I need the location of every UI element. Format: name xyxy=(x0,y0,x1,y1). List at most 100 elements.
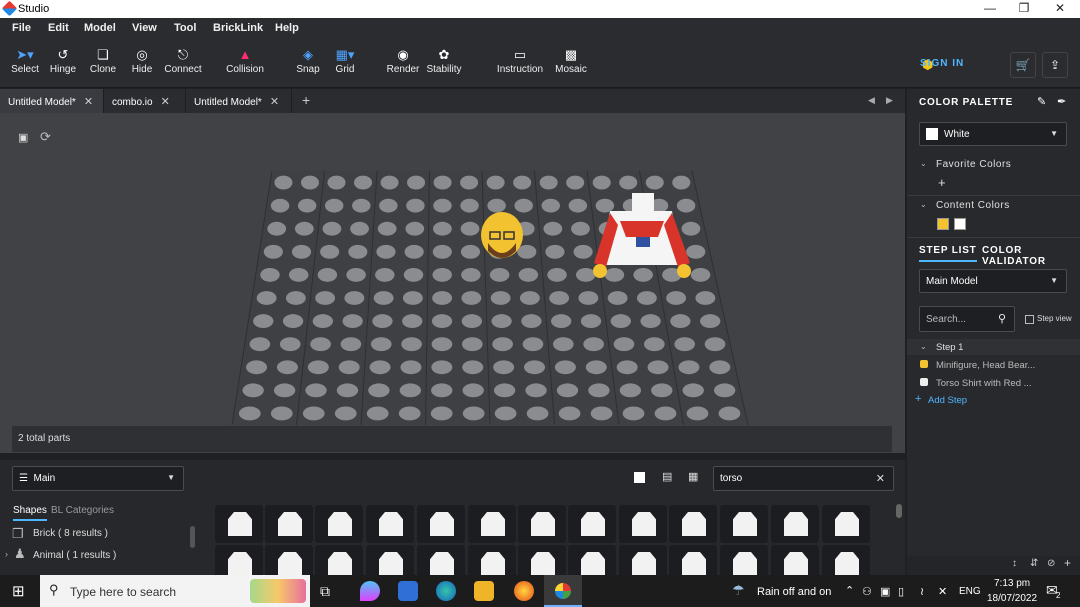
part-thumbnail[interactable] xyxy=(720,545,768,575)
minifig-head-part[interactable] xyxy=(481,212,523,258)
part-thumbnail[interactable] xyxy=(468,545,516,575)
restore-icon[interactable]: ❐ xyxy=(1009,1,1039,17)
cart-icon[interactable]: 🛒 xyxy=(1010,52,1036,78)
minimize-icon[interactable]: — xyxy=(975,1,1005,17)
volume-muted-icon[interactable]: ✕ xyxy=(938,585,947,598)
parts-scrollbar[interactable] xyxy=(896,504,902,518)
select-tool-button[interactable]: ➤▾ Select xyxy=(10,46,40,75)
stability-tool-button[interactable]: ✿ Stability xyxy=(424,46,464,75)
tab-untitled-model-2[interactable]: Untitled Model* ✕ xyxy=(186,89,292,113)
favorite-colors-header[interactable]: Favorite Colors xyxy=(936,159,1011,170)
part-thumbnail[interactable] xyxy=(215,545,263,575)
add-favorite-color-icon[interactable]: + xyxy=(938,175,946,190)
add-icon[interactable]: + xyxy=(1064,556,1071,570)
paint-app-icon[interactable] xyxy=(360,581,380,601)
render-tool-button[interactable]: ◉ Render xyxy=(385,46,421,75)
tab-color-validator[interactable]: COLOR VALIDATOR xyxy=(982,245,1080,267)
menu-help[interactable]: Help xyxy=(275,22,299,34)
grid-tool-button[interactable]: ▦▾ Grid xyxy=(331,46,359,75)
part-thumbnail[interactable] xyxy=(417,505,465,543)
hide-step-icon[interactable]: ⊘ xyxy=(1047,558,1055,569)
menu-view[interactable]: View xyxy=(132,22,157,34)
step-row[interactable] xyxy=(907,339,1080,355)
menu-bricklink[interactable]: BrickLink xyxy=(213,22,263,34)
part-thumbnail[interactable] xyxy=(468,505,516,543)
battery-icon[interactable]: ▯ xyxy=(898,585,904,598)
content-colors-header[interactable]: Content Colors xyxy=(936,200,1010,211)
part-thumbnail[interactable] xyxy=(315,545,363,575)
show-hidden-icons-icon[interactable]: ⌃ xyxy=(845,584,854,597)
taskbar-search[interactable]: ⚲ Type here to search xyxy=(40,575,310,607)
content-color-swatch[interactable] xyxy=(954,218,966,230)
step-view-checkbox[interactable] xyxy=(1025,315,1034,324)
instruction-tool-button[interactable]: ▭ Instruction xyxy=(496,46,544,75)
color-select[interactable]: White ▼ xyxy=(919,122,1067,146)
chevron-down-icon[interactable]: ⌄ xyxy=(920,342,927,351)
connect-tool-button[interactable]: ⎋ Connect xyxy=(163,46,203,75)
expand-icon[interactable]: ⇵ xyxy=(1030,558,1038,569)
file-explorer-icon[interactable] xyxy=(474,581,494,601)
store-icon[interactable] xyxy=(398,581,418,601)
part-thumbnail[interactable] xyxy=(417,545,465,575)
eyedropper-icon[interactable]: ✒ xyxy=(1057,95,1066,108)
3d-viewport[interactable]: ▣ ⟳ xyxy=(0,113,905,453)
part-thumbnail[interactable] xyxy=(619,545,667,575)
collision-tool-button[interactable]: ▲ Collision xyxy=(224,46,266,75)
part-thumbnail[interactable] xyxy=(366,505,414,543)
clock-date[interactable]: 18/07/2022 xyxy=(987,593,1037,604)
part-thumbnail[interactable] xyxy=(518,505,566,543)
menu-model[interactable]: Model xyxy=(84,22,116,34)
tab-untitled-model-1[interactable]: Untitled Model* ✕ xyxy=(0,89,104,113)
close-tab-icon[interactable]: ✕ xyxy=(270,96,279,108)
language-indicator[interactable]: ENG xyxy=(959,586,981,597)
upload-icon[interactable]: ⇪ xyxy=(1042,52,1068,78)
clone-tool-button[interactable]: ❏ Clone xyxy=(88,46,118,75)
close-tab-icon[interactable]: ✕ xyxy=(84,96,93,108)
wifi-icon[interactable]: ≀ xyxy=(920,585,924,598)
part-thumbnail[interactable] xyxy=(669,545,717,575)
studio-taskbar-button[interactable] xyxy=(544,575,582,607)
chevron-down-icon[interactable]: ⌄ xyxy=(920,159,927,168)
chrome-icon[interactable] xyxy=(514,581,534,601)
part-thumbnail[interactable] xyxy=(315,505,363,543)
part-thumbnail[interactable] xyxy=(568,505,616,543)
part-thumbnail[interactable] xyxy=(720,505,768,543)
clock-time[interactable]: 7:13 pm xyxy=(994,578,1030,589)
paint-roller-icon[interactable]: ✎ xyxy=(1037,95,1046,108)
model-select[interactable]: Main Model ▼ xyxy=(919,269,1067,293)
add-tab-icon[interactable]: + xyxy=(302,92,310,108)
search-icon[interactable]: ⚲ xyxy=(998,312,1006,325)
windows-start-icon[interactable]: ⊞ xyxy=(12,582,25,600)
close-tab-icon[interactable]: ✕ xyxy=(161,96,170,108)
step-search-input[interactable]: Search... ⚲ xyxy=(919,306,1015,332)
device-icon[interactable]: ⚇ xyxy=(862,585,872,598)
hide-tool-button[interactable]: ◎ Hide xyxy=(128,46,156,75)
part-thumbnail[interactable] xyxy=(771,505,819,543)
part-thumbnail[interactable] xyxy=(568,545,616,575)
tab-step-list[interactable]: STEP LIST xyxy=(919,245,977,262)
mosaic-tool-button[interactable]: ▩ Mosaic xyxy=(553,46,589,75)
close-icon[interactable]: ✕ xyxy=(1045,1,1075,17)
part-thumbnail[interactable] xyxy=(771,545,819,575)
tab-scroll-right-icon[interactable]: ▶ xyxy=(886,95,893,106)
collapse-icon[interactable]: ↕ xyxy=(1012,558,1017,569)
chevron-down-icon[interactable]: ⌄ xyxy=(920,200,927,209)
add-step-icon[interactable]: + xyxy=(915,393,921,405)
menu-tool[interactable]: Tool xyxy=(174,22,196,34)
menu-edit[interactable]: Edit xyxy=(48,22,69,34)
network-icon[interactable]: ▣ xyxy=(880,585,890,598)
step-part-item[interactable]: Minifigure, Head Bear... xyxy=(936,360,1035,371)
add-step-button[interactable]: Add Step xyxy=(928,395,967,406)
part-thumbnail[interactable] xyxy=(822,545,870,575)
weather-text[interactable]: Rain off and on xyxy=(757,586,831,598)
sign-in-button[interactable]: SIGN IN xyxy=(920,58,964,69)
hinge-tool-button[interactable]: ↺ Hinge xyxy=(48,46,78,75)
part-thumbnail[interactable] xyxy=(669,505,717,543)
part-thumbnail[interactable] xyxy=(215,505,263,543)
part-thumbnail[interactable] xyxy=(518,545,566,575)
step-part-item[interactable]: Torso Shirt with Red ... xyxy=(936,378,1032,389)
snap-tool-button[interactable]: ◈ Snap xyxy=(294,46,322,75)
content-color-swatch[interactable] xyxy=(937,218,949,230)
task-view-icon[interactable]: ⧉ xyxy=(320,583,330,600)
edge-browser-icon[interactable] xyxy=(436,581,456,601)
